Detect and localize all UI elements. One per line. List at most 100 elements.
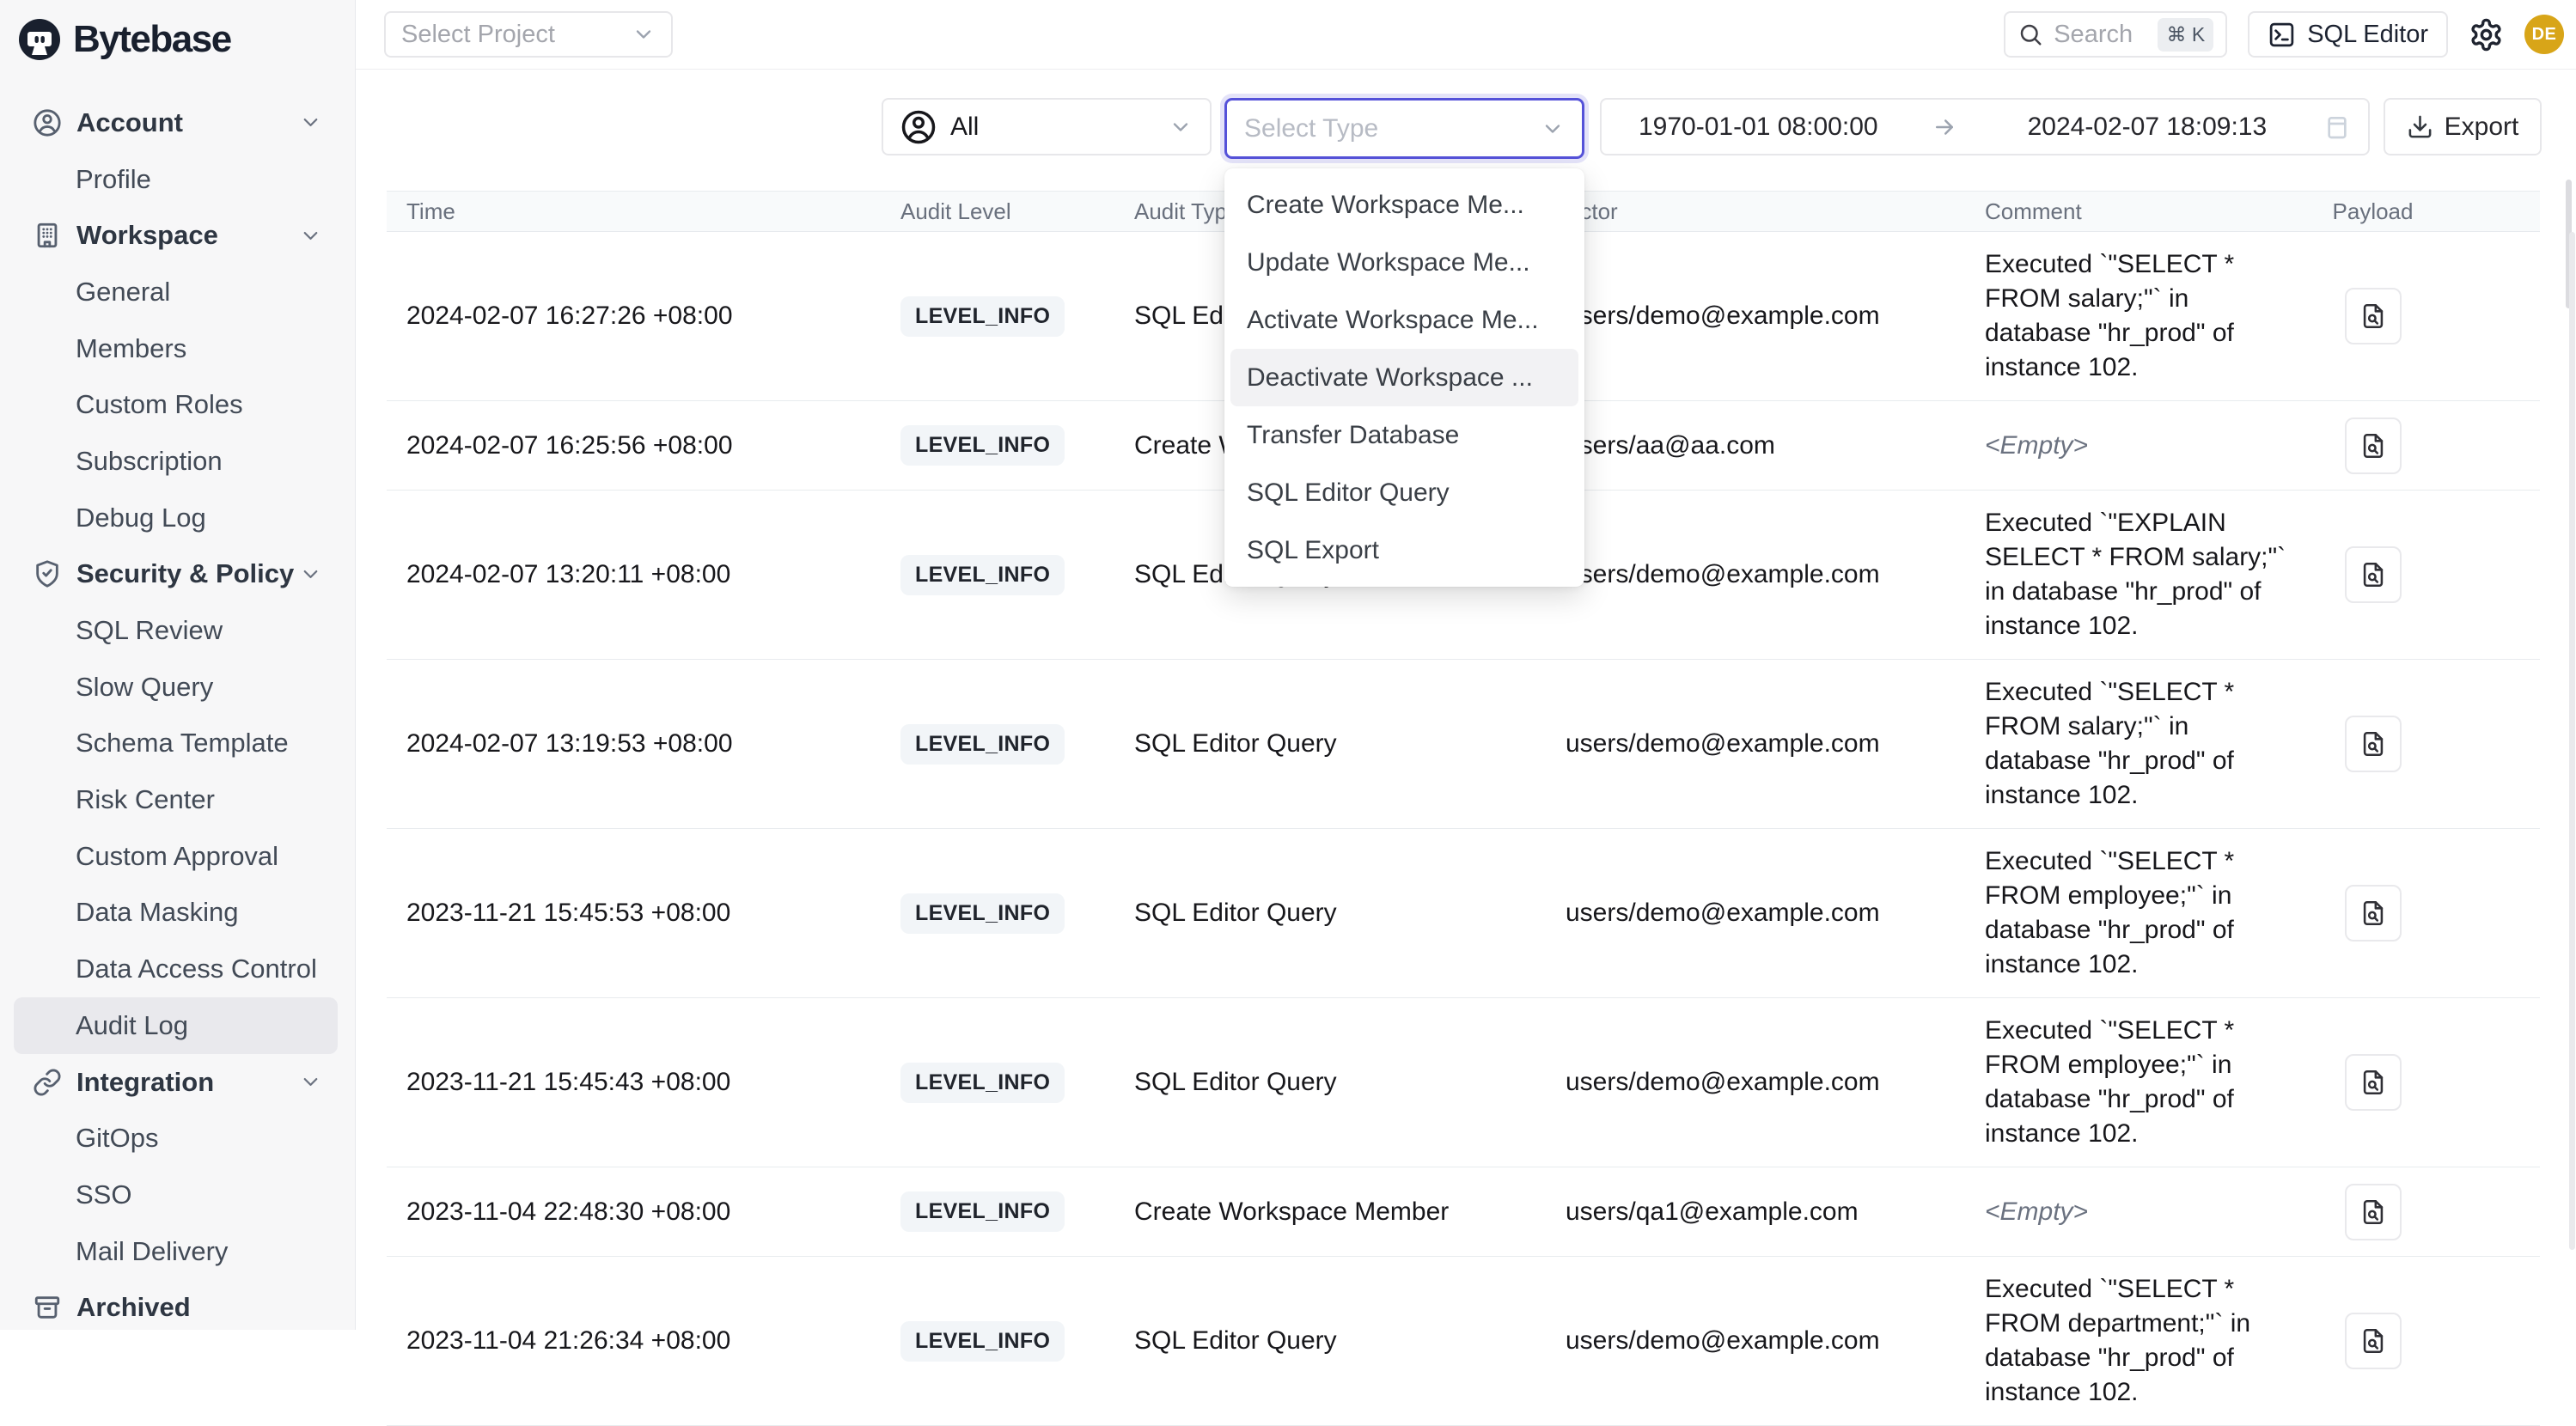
topbar-right: Search ⌘ K SQL Editor DE	[2004, 11, 2564, 58]
sidebar-item-sql-review[interactable]: SQL Review	[14, 602, 338, 659]
cell-actor: users/demo@example.com	[1566, 729, 1985, 759]
cell-actor: users/demo@example.com	[1566, 560, 1985, 589]
payload-view-button[interactable]	[2345, 546, 2402, 603]
search-input[interactable]: Search ⌘ K	[2004, 11, 2227, 58]
sidebar-item-label: Subscription	[76, 446, 223, 477]
column-header-actor: Actor	[1566, 198, 1985, 225]
payload-view-button[interactable]	[2345, 1054, 2402, 1111]
sidebar-item-custom-roles[interactable]: Custom Roles	[14, 376, 338, 433]
cell-actor: users/demo@example.com	[1566, 1326, 1985, 1356]
cell-time: 2024-02-07 13:19:53 +08:00	[406, 729, 900, 759]
sidebar-item-label: GitOps	[76, 1123, 158, 1154]
sidebar-item-security-policy[interactable]: Security & Policy	[14, 546, 338, 603]
chevron-down-icon	[299, 224, 322, 247]
cell-payload	[2311, 546, 2434, 603]
sidebar-item-sso[interactable]: SSO	[14, 1167, 338, 1223]
sidebar-item-label: SQL Review	[76, 615, 223, 646]
search-icon	[2017, 21, 2043, 47]
sidebar-item-label: Archived	[76, 1292, 191, 1323]
type-option-sql-editor-query[interactable]: SQL Editor Query	[1224, 464, 1584, 521]
sidebar-item-data-access-control[interactable]: Data Access Control	[14, 941, 338, 997]
column-header-payload: Payload	[2333, 198, 2414, 225]
payload-view-button[interactable]	[2345, 1184, 2402, 1240]
sidebar-item-custom-approval[interactable]: Custom Approval	[14, 828, 338, 885]
cell-actor: users/demo@example.com	[1566, 899, 1985, 928]
payload-view-button[interactable]	[2345, 417, 2402, 474]
terminal-icon	[2268, 21, 2296, 49]
payload-view-button[interactable]	[2345, 885, 2402, 942]
cell-comment: <Empty>	[1985, 429, 2311, 463]
empty-value: <Empty>	[1985, 431, 2088, 460]
cell-payload	[2311, 1184, 2434, 1240]
type-option-activate-workspace-me[interactable]: Activate Workspace Me...	[1224, 291, 1584, 349]
audit-level-badge: LEVEL_INFO	[900, 893, 1065, 934]
sidebar-item-members[interactable]: Members	[14, 320, 338, 377]
export-label: Export	[2445, 113, 2519, 142]
cell-audit-level: LEVEL_INFO	[900, 893, 1134, 934]
cell-audit-level: LEVEL_INFO	[900, 425, 1134, 466]
sql-editor-button[interactable]: SQL Editor	[2248, 11, 2448, 58]
export-button[interactable]: Export	[2384, 98, 2542, 155]
sidebar-item-workspace[interactable]: Workspace	[14, 207, 338, 264]
gear-icon[interactable]	[2469, 17, 2504, 52]
chevron-down-icon	[1541, 117, 1565, 141]
brand-logo[interactable]: Bytebase	[0, 0, 355, 70]
audit-level-badge: LEVEL_INFO	[900, 1321, 1065, 1362]
audit-type-select[interactable]: Select Type	[1224, 98, 1584, 159]
date-range-start: 1970-01-01 08:00:00	[1639, 113, 1878, 142]
cell-comment: Executed `"SELECT * FROM employee;"` in …	[1985, 844, 2311, 982]
sidebar-item-mail-delivery[interactable]: Mail Delivery	[14, 1223, 338, 1280]
member-scope-select[interactable]: All	[882, 98, 1212, 155]
cell-payload	[2311, 1313, 2434, 1369]
payload-view-button[interactable]	[2345, 716, 2402, 772]
date-range-picker[interactable]: 1970-01-01 08:00:00 2024-02-07 18:09:13	[1600, 98, 2370, 155]
sidebar-item-label: Workspace	[76, 220, 218, 251]
sidebar-item-risk-center[interactable]: Risk Center	[14, 771, 338, 828]
sidebar-item-label: Security & Policy	[76, 558, 294, 589]
payload-view-button[interactable]	[2345, 1313, 2402, 1369]
sidebar-item-gitops[interactable]: GitOps	[14, 1110, 338, 1167]
avatar[interactable]: DE	[2524, 15, 2564, 54]
bytebase-logo-icon	[19, 19, 60, 60]
chevron-down-icon	[1169, 115, 1193, 139]
sidebar-item-account[interactable]: Account	[14, 94, 338, 151]
sidebar-item-slow-query[interactable]: Slow Query	[14, 659, 338, 716]
cell-time: 2024-02-07 16:25:56 +08:00	[406, 431, 900, 460]
type-option-create-workspace-me[interactable]: Create Workspace Me...	[1224, 176, 1584, 234]
sidebar-item-label: Integration	[76, 1067, 214, 1098]
audit-level-badge: LEVEL_INFO	[900, 724, 1065, 765]
payload-view-button[interactable]	[2345, 288, 2402, 344]
date-range-end: 2024-02-07 18:09:13	[2028, 113, 2268, 142]
sidebar-item-schema-template[interactable]: Schema Template	[14, 716, 338, 772]
sidebar-item-debug-log[interactable]: Debug Log	[14, 490, 338, 546]
cell-time: 2023-11-04 22:48:30 +08:00	[406, 1197, 900, 1227]
page-scrollbar[interactable]	[2569, 232, 2575, 1250]
type-option-deactivate-workspace[interactable]: Deactivate Workspace ...	[1230, 349, 1578, 406]
audit-level-badge: LEVEL_INFO	[900, 1063, 1065, 1103]
archive-icon	[33, 1293, 62, 1322]
cell-time: 2023-11-04 21:26:34 +08:00	[406, 1326, 900, 1356]
cell-audit-type: SQL Editor Query	[1134, 899, 1566, 928]
column-header-audit-level: Audit Level	[900, 198, 1134, 225]
sidebar-item-label: General	[76, 277, 170, 308]
calendar-icon	[2323, 113, 2351, 141]
cell-payload	[2311, 716, 2434, 772]
type-option-transfer-database[interactable]: Transfer Database	[1224, 406, 1584, 464]
sidebar-item-integration[interactable]: Integration	[14, 1054, 338, 1111]
type-option-update-workspace-me[interactable]: Update Workspace Me...	[1224, 234, 1584, 291]
type-option-sql-export[interactable]: SQL Export	[1224, 521, 1584, 579]
column-header-comment: Comment	[1985, 198, 2311, 225]
sidebar-item-profile[interactable]: Profile	[14, 151, 338, 208]
chevron-down-icon	[632, 22, 656, 46]
audit-level-badge: LEVEL_INFO	[900, 1191, 1065, 1232]
sidebar-item-archived[interactable]: Archived	[14, 1279, 338, 1336]
cell-comment: <Empty>	[1985, 1195, 2311, 1229]
sidebar-item-audit-log[interactable]: Audit Log	[14, 997, 338, 1054]
cell-payload	[2311, 885, 2434, 942]
building-icon	[33, 221, 62, 250]
sidebar-item-general[interactable]: General	[14, 264, 338, 320]
project-select[interactable]: Select Project	[384, 11, 673, 58]
table-row: 2023-11-04 22:48:30 +08:00LEVEL_INFOCrea…	[387, 1167, 2540, 1257]
sidebar-item-data-masking[interactable]: Data Masking	[14, 885, 338, 942]
sidebar-item-subscription[interactable]: Subscription	[14, 433, 338, 490]
